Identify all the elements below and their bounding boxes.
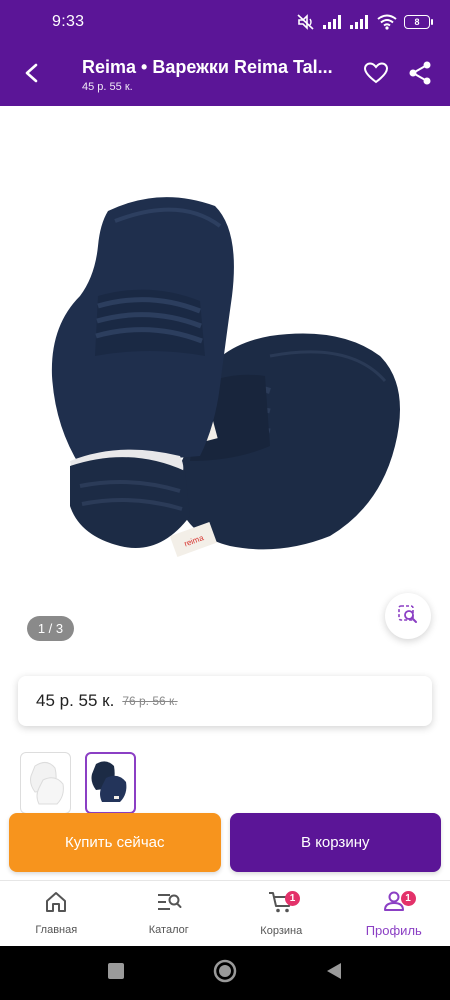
nav-catalog-label: Каталог — [148, 924, 189, 936]
price-card: 45 р. 55 к. 76 р. 56 к. — [18, 676, 432, 726]
nav-cart-label: Корзина — [260, 925, 303, 937]
favorite-button[interactable] — [354, 44, 398, 106]
catalog-search-icon — [156, 891, 182, 918]
mute-icon — [296, 13, 316, 31]
back-button[interactable] — [0, 44, 64, 106]
thumbnail-strip — [20, 752, 136, 814]
wifi-icon — [377, 14, 397, 30]
recents-button[interactable] — [107, 962, 125, 985]
triangle-back-icon — [325, 961, 343, 986]
battery-icon: 8 — [404, 15, 433, 29]
status-bar: 9:33 8 — [0, 0, 450, 44]
page-title: Reima • Варежки Reima Tal... — [82, 57, 333, 77]
visual-search-icon — [397, 603, 419, 630]
share-button[interactable] — [398, 44, 442, 106]
price-old: 76 р. 56 к. — [122, 694, 178, 708]
app-bar: Reima • Варежки Reima Tal... 45 р. 55 к. — [0, 44, 450, 106]
home-icon — [44, 891, 68, 918]
home-system-button[interactable] — [213, 959, 237, 988]
nav-catalog[interactable]: Каталог — [113, 881, 226, 946]
bottom-nav: Главная Каталог 1 Корзина 1 Профиль — [0, 880, 450, 946]
image-counter: 1 / 3 — [27, 616, 74, 641]
add-to-cart-button[interactable]: В корзину — [229, 813, 441, 872]
back-arrow-icon — [21, 62, 43, 89]
nav-cart[interactable]: 1 Корзина — [225, 881, 338, 946]
signal-icon — [323, 15, 343, 29]
status-time: 9:33 — [52, 13, 85, 30]
thumbnail-navy[interactable] — [85, 752, 136, 814]
action-buttons: Купить сейчас В корзину — [9, 813, 441, 872]
profile-badge: 1 — [400, 891, 416, 906]
nav-home-label: Главная — [35, 924, 78, 936]
status-icons: 8 — [296, 13, 433, 31]
heart-icon — [363, 61, 389, 90]
screen: 9:33 8 Reima • Варежки Reima Tal... 45 р… — [0, 0, 450, 1000]
price-current: 45 р. 55 к. — [36, 691, 115, 710]
circle-icon — [213, 959, 237, 988]
back-system-button[interactable] — [325, 961, 343, 986]
nav-profile[interactable]: 1 Профиль — [338, 881, 450, 946]
cart-badge: 1 — [285, 891, 300, 906]
nav-profile-label: Профиль — [365, 922, 422, 938]
page-subtitle: 45 р. 55 к. — [82, 81, 133, 93]
visual-search-button[interactable] — [385, 593, 431, 639]
thumbnail-white[interactable] — [20, 752, 71, 814]
square-icon — [107, 962, 125, 985]
signal-icon-2 — [350, 15, 370, 29]
title-block: Reima • Варежки Reima Tal... 45 р. 55 к. — [64, 57, 354, 93]
share-icon — [407, 60, 433, 91]
product-gallery[interactable]: reima 1 / 3 — [0, 106, 450, 654]
product-image: reima — [51, 197, 400, 557]
system-nav-bar — [0, 946, 450, 1000]
buy-now-button[interactable]: Купить сейчас — [9, 813, 221, 872]
nav-home[interactable]: Главная — [0, 881, 113, 946]
